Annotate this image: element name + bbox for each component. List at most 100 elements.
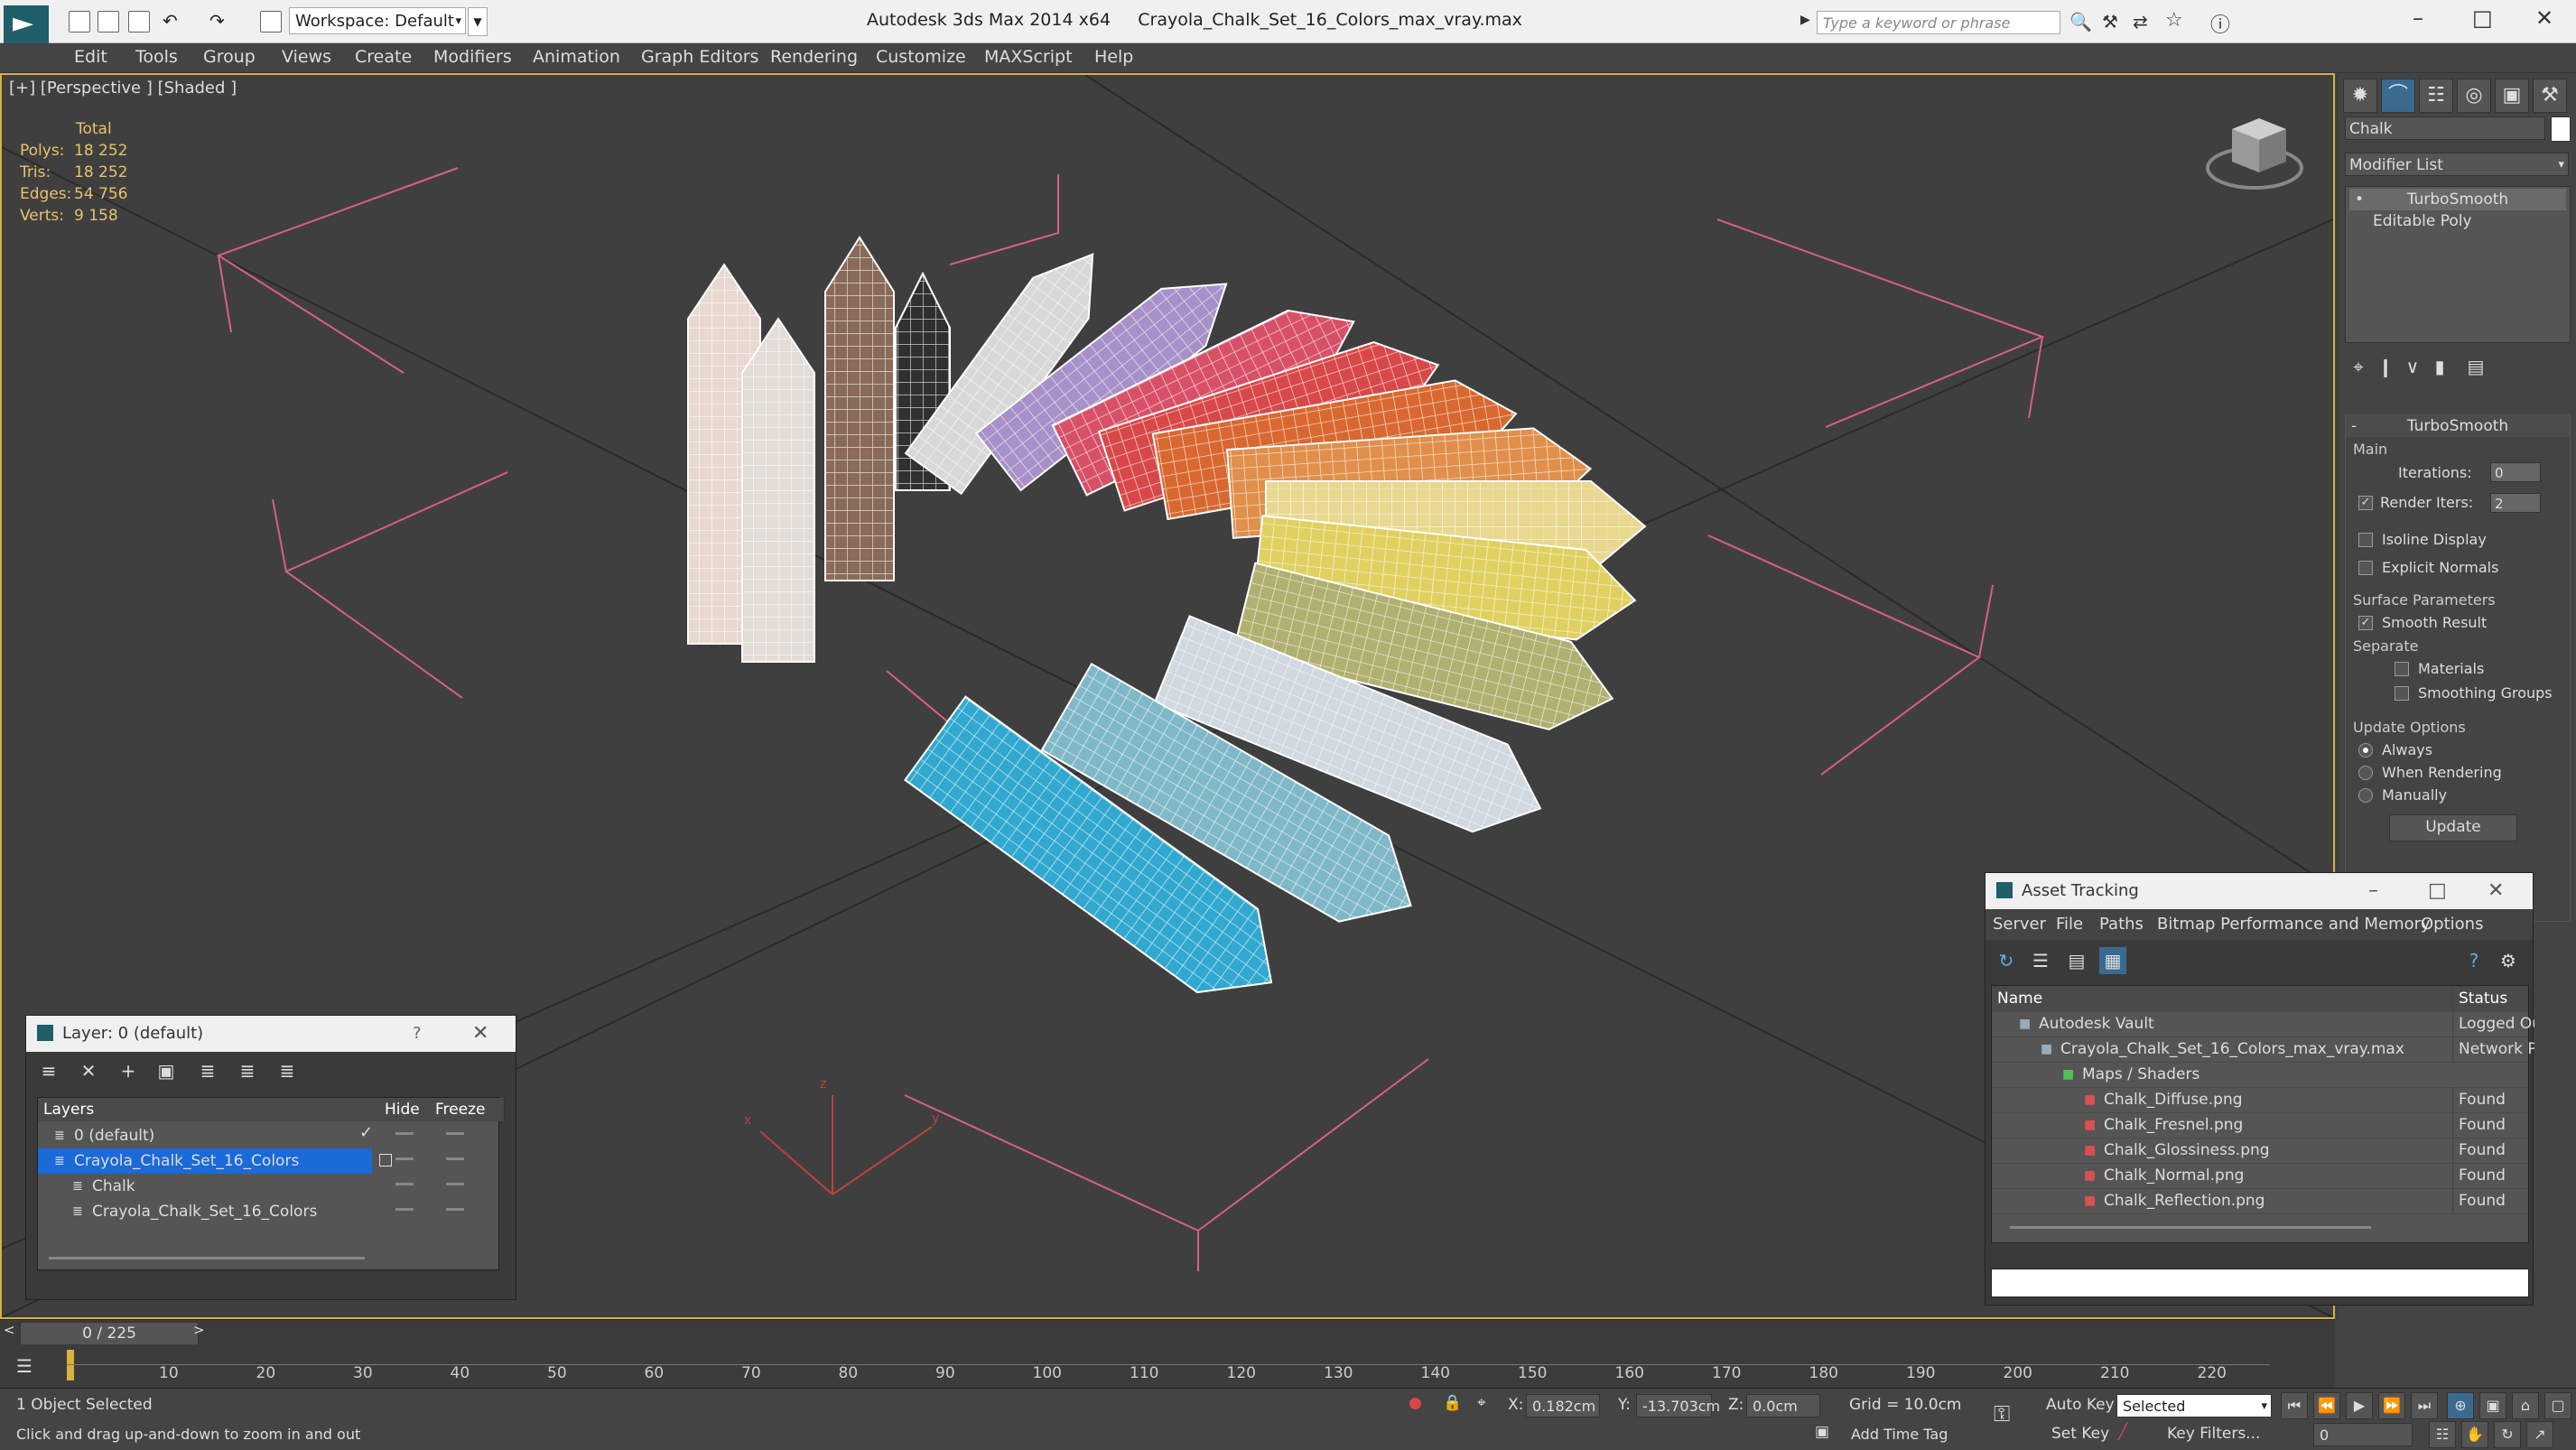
menu-bitmap-performance[interactable]: Bitmap Performance and Memory [2157, 915, 2431, 934]
orbit-icon[interactable]: ↻ [2494, 1421, 2521, 1448]
z-coordinate-field[interactable]: 0.0cm [1746, 1394, 1820, 1417]
isolate-icon[interactable]: ● [1409, 1394, 1422, 1412]
smoothing-groups-checkbox[interactable] [2395, 686, 2409, 701]
workspace-dropdown[interactable]: Workspace: Default ▾ [289, 7, 466, 34]
time-slider[interactable]: < 0 / 225 > [0, 1319, 2335, 1345]
asset-row[interactable]: ■ Chalk_Fresnel.png Found [1992, 1112, 2528, 1139]
exchange-icon[interactable]: ⇄ [2133, 11, 2148, 33]
set-key-button[interactable]: Set Key [2051, 1425, 2109, 1443]
lightbulb-icon[interactable]: • [2355, 189, 2364, 210]
next-key-icon[interactable]: ⏩ [2378, 1392, 2405, 1419]
stack-item-turbosmooth[interactable]: • TurboSmooth [2349, 189, 2566, 210]
viewcube-icon[interactable] [2206, 118, 2303, 190]
chalk-stick[interactable] [824, 236, 895, 581]
help-icon[interactable]: ? [413, 1016, 422, 1052]
menu-modifiers[interactable]: Modifiers [433, 47, 512, 67]
column-header-name[interactable]: Name [1997, 986, 2042, 1011]
menu-customize[interactable]: Customize [876, 47, 966, 67]
lock-selection-icon[interactable]: 🔒 [1443, 1394, 1462, 1412]
key-icon[interactable]: ⚿ [1994, 1401, 2010, 1427]
search-input[interactable]: Type a keyword or phrase [1817, 11, 2060, 34]
menu-animation[interactable]: Animation [533, 47, 620, 67]
asset-path-field[interactable] [1991, 1269, 2529, 1297]
project-folder-icon[interactable] [260, 11, 282, 33]
favorites-star-icon[interactable]: ☆ [2165, 9, 2183, 32]
modifier-list-dropdown[interactable]: Modifier List ▾ [2345, 153, 2569, 176]
maximize-viewport-icon[interactable]: ▢ [2544, 1392, 2571, 1419]
rollout-title[interactable]: - TurboSmooth [2346, 415, 2570, 437]
maximize-icon[interactable]: □ [2428, 873, 2447, 909]
materials-checkbox[interactable] [2395, 662, 2409, 676]
show-end-result-icon[interactable]: ❙ [2372, 353, 2399, 380]
chalk-stick[interactable] [741, 317, 815, 663]
iterations-spinner[interactable]: 0 [2490, 462, 2541, 482]
add-icon[interactable]: + [115, 1057, 142, 1084]
new-file-icon[interactable] [69, 11, 90, 33]
freeze-toggle[interactable] [446, 1183, 464, 1185]
minimize-icon[interactable]: – [2413, 5, 2423, 31]
set-current-checkbox[interactable] [379, 1154, 392, 1167]
motion-tab-icon[interactable]: ◎ [2457, 79, 2491, 113]
close-icon[interactable]: ✕ [2488, 873, 2504, 909]
freeze-toggle[interactable] [446, 1132, 464, 1135]
settings-icon[interactable]: ⚙ [2495, 947, 2522, 974]
make-unique-icon[interactable]: ∨ [2399, 353, 2426, 380]
column-header-status[interactable]: Status [2452, 986, 2534, 1011]
update-button[interactable]: Update [2389, 814, 2517, 841]
save-file-icon[interactable] [128, 11, 150, 33]
menu-paths[interactable]: Paths [2099, 915, 2144, 934]
object-name-field[interactable]: Chalk [2345, 116, 2545, 140]
menu-graph-editors[interactable]: Graph Editors [641, 47, 758, 67]
go-to-start-icon[interactable]: ⏮ [2281, 1392, 2308, 1419]
communication-icon[interactable]: ⚒ [2102, 11, 2118, 33]
close-icon[interactable]: ✕ [472, 1016, 488, 1052]
current-layer-check-icon[interactable]: ✓ [359, 1123, 373, 1142]
hierarchy-tab-icon[interactable]: ☷ [2419, 79, 2453, 113]
render-iters-spinner[interactable]: 2 [2490, 493, 2541, 513]
menu-views[interactable]: Views [282, 47, 331, 67]
mini-curve-editor-icon[interactable]: ☰ [16, 1355, 33, 1377]
current-frame-field[interactable]: 0 [2313, 1423, 2413, 1446]
isoline-display-checkbox[interactable] [2358, 533, 2373, 547]
utilities-tab-icon[interactable]: ⚒ [2533, 79, 2567, 113]
track-bar[interactable]: ☰ 10 20 30 40 50 60 70 80 90 100 110 120 130 140 150 16… [0, 1344, 2335, 1388]
search-expand-icon[interactable]: ▶ [1800, 13, 1810, 27]
asset-row[interactable]: ■ Chalk_Diffuse.png Found [1992, 1087, 2528, 1113]
selection-set-dropdown[interactable]: Selected ▾ [2116, 1394, 2272, 1417]
layer-icon[interactable]: ≡ [35, 1057, 62, 1084]
menu-edit[interactable]: Edit [74, 47, 107, 67]
menu-help[interactable]: Help [1094, 47, 1133, 67]
create-tab-icon[interactable]: ✹ [2343, 79, 2377, 113]
walkthrough-icon[interactable]: ↗ [2526, 1421, 2553, 1448]
freeze-all-icon[interactable]: ≣ [274, 1057, 301, 1084]
layer-row[interactable]: ≣ 0 (default) [38, 1123, 498, 1148]
zoom-icon[interactable]: ⊕ [2447, 1392, 2474, 1419]
zoom-extents-icon[interactable]: ▣ [2479, 1392, 2506, 1419]
render-iters-checkbox[interactable]: ✓ [2358, 496, 2373, 510]
time-tag-icon[interactable]: ▣ [1815, 1423, 1829, 1441]
configure-sets-icon[interactable]: ▤ [2462, 353, 2489, 380]
asset-row[interactable]: ■ Crayola_Chalk_Set_16_Colors_max_vray.ma… [1992, 1036, 2534, 1063]
delete-icon[interactable]: ✕ [75, 1057, 102, 1084]
menu-create[interactable]: Create [355, 47, 412, 67]
asset-row[interactable]: ■ Chalk_Glossiness.png Found [1992, 1138, 2528, 1164]
display-tab-icon[interactable]: ▣ [2495, 79, 2529, 113]
asset-row[interactable]: ■ Chalk_Reflection.png Found [1992, 1188, 2528, 1214]
menu-options[interactable]: Options [2421, 915, 2483, 934]
hide-toggle[interactable] [395, 1132, 414, 1135]
close-icon[interactable]: ✕ [2535, 5, 2553, 31]
binoculars-icon[interactable]: 🔍 [2069, 11, 2092, 33]
freeze-toggle[interactable] [446, 1208, 464, 1211]
hide-all-icon[interactable]: ≣ [234, 1057, 261, 1084]
workspace-expand-icon[interactable]: ▼ [468, 7, 488, 36]
scrollbar[interactable] [49, 1257, 365, 1259]
help-icon[interactable]: ⓘ [2210, 9, 2230, 38]
absolute-mode-icon[interactable]: ⌖ [1477, 1394, 1486, 1412]
object-color-swatch[interactable] [2551, 116, 2571, 142]
asset-row[interactable]: ■ Chalk_Normal.png Found [1992, 1163, 2528, 1189]
time-config-icon[interactable]: ☷ [2429, 1421, 2456, 1448]
highlight-layer-icon[interactable]: ≣ [194, 1057, 221, 1084]
menu-maxscript[interactable]: MAXScript [984, 47, 1073, 67]
play-icon[interactable]: ▶ [2346, 1392, 2373, 1419]
layer-row[interactable]: ≣ Crayola_Chalk_Set_16_Colors [38, 1148, 372, 1174]
